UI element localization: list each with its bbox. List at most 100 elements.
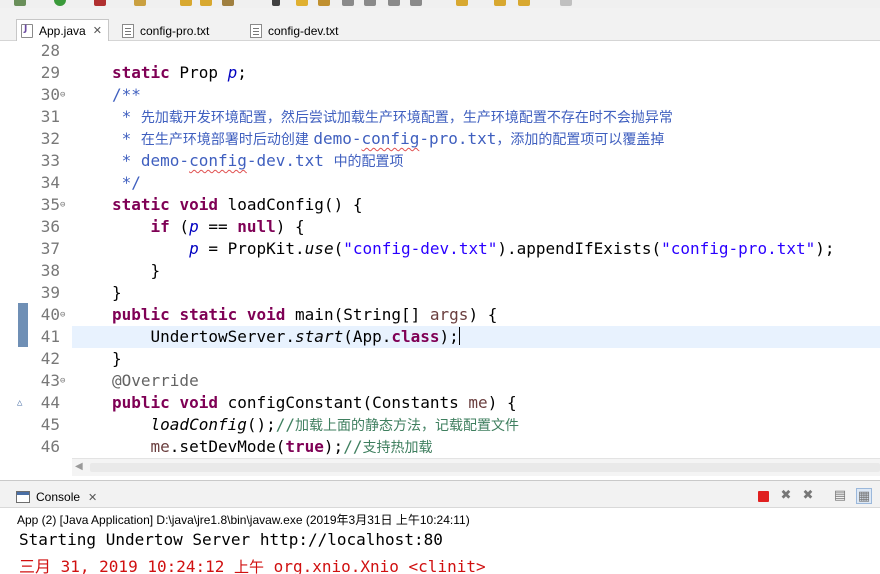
- clear-console-icon[interactable]: ▤: [832, 488, 848, 504]
- code-text: UndertowServer.start(App.class);: [112, 326, 460, 348]
- code-token: static: [112, 195, 170, 214]
- main-toolbar: [0, 0, 880, 8]
- code-line[interactable]: 34 */: [0, 172, 880, 194]
- scroll-lock-icon[interactable]: ▦: [856, 488, 872, 504]
- code-text: p = PropKit.use("config-dev.txt").append…: [112, 238, 835, 260]
- whitespace-icon[interactable]: [388, 0, 400, 6]
- code-token: ;: [237, 63, 247, 82]
- tab-config-pro-txt[interactable]: config-pro.txt: [118, 20, 215, 41]
- code-token: -dev.txt: [246, 151, 334, 170]
- code-line[interactable]: 32 * 在生产环境部署时后动创建 demo-config-pro.txt，添加…: [0, 128, 880, 150]
- code-text: public void configConstant(Constants me)…: [112, 392, 517, 414]
- line-number: 43: [40, 371, 60, 390]
- run-icon[interactable]: [54, 0, 66, 6]
- code-token: null: [237, 217, 276, 236]
- code-token: );: [323, 437, 344, 456]
- console-stderr-line: 三月 31, 2019 10:24:12 上午 org.xnio.Xnio <c…: [19, 553, 486, 574]
- prev-annotation-icon[interactable]: [456, 0, 468, 6]
- code-text: @Override: [112, 370, 199, 392]
- code-line[interactable]: 33 * demo-config-dev.txt 中的配置项: [0, 150, 880, 172]
- close-icon[interactable]: ✕: [93, 24, 102, 37]
- close-icon[interactable]: ✕: [88, 491, 97, 504]
- code-token: p: [189, 239, 199, 258]
- remove-all-icon[interactable]: ✖: [800, 488, 816, 504]
- code-token: .setDevMode(: [169, 437, 286, 456]
- code-line[interactable]: 45 loadConfig();//加载上面的静态方法，记载配置文件: [0, 414, 880, 436]
- fold-collapse-icon[interactable]: ⊖: [60, 194, 65, 216]
- code-line[interactable]: 31 * 先加载开发环境配置，然后尝试加载生产环境配置，生产环境配置不存在时不会…: [0, 106, 880, 128]
- code-editor[interactable]: 28 29 static Prop p; 30 ⊖/** 31 * 先加载开发环境配置，然…: [0, 40, 880, 458]
- code-line[interactable]: 30 ⊖ /**: [0, 84, 880, 106]
- code-text: public static void main(String[] args) {: [112, 304, 497, 326]
- scroll-left-icon[interactable]: ◀: [75, 461, 83, 472]
- code-line[interactable]: 39}: [0, 282, 880, 304]
- code-token: true: [285, 437, 324, 456]
- code-token: (: [333, 239, 344, 258]
- code-text: static Prop p;: [112, 62, 247, 84]
- code-line[interactable]: 37 p = PropKit.use("config-dev.txt").app…: [0, 238, 880, 260]
- code-line[interactable]: 42}: [0, 348, 880, 370]
- fold-collapse-icon[interactable]: ⊖: [60, 370, 65, 392]
- code-line[interactable]: 38 }: [0, 260, 880, 282]
- code-token: (App.: [343, 327, 392, 346]
- last-edit-icon[interactable]: [494, 0, 506, 6]
- stop-icon[interactable]: [758, 491, 769, 502]
- external-tools-icon[interactable]: [94, 0, 106, 6]
- line-number: 45: [40, 415, 60, 434]
- code-text: * 在生产环境部署时后动创建 demo-config-pro.txt，添加的配置…: [112, 128, 665, 151]
- scrollbar-thumb[interactable]: [90, 463, 880, 472]
- code-line[interactable]: 35 ⊖ static void loadConfig() {: [0, 194, 880, 216]
- line-number: 29: [40, 63, 60, 82]
- edit-icon[interactable]: [296, 0, 308, 6]
- paragraph-icon[interactable]: [342, 0, 354, 6]
- open-folder-icon[interactable]: [180, 0, 192, 6]
- new-icon[interactable]: [134, 0, 146, 6]
- editor-horizontal-scrollbar[interactable]: ◀: [72, 458, 880, 476]
- toggle-mark-icon[interactable]: [318, 0, 330, 6]
- override-marker-icon: △: [17, 398, 23, 408]
- forward-icon[interactable]: [560, 0, 572, 6]
- remove-icon[interactable]: ✖: [778, 488, 794, 504]
- block-selection-icon[interactable]: [364, 0, 376, 6]
- tab-label: config-pro.txt: [140, 23, 210, 38]
- code-token: }: [112, 283, 122, 302]
- fold-collapse-icon[interactable]: ⊖: [60, 84, 65, 106]
- code-token: 先加载开发环境配置，然后尝试加载生产环境配置，生产环境配置不存在时不会抛异常: [140, 110, 673, 126]
- fold-collapse-icon[interactable]: ⊖: [60, 304, 65, 326]
- code-token: = PropKit.: [198, 239, 305, 258]
- debug-icon[interactable]: [14, 0, 26, 6]
- tab-console[interactable]: Console ✕: [16, 487, 97, 507]
- code-token: );: [815, 239, 835, 258]
- code-line[interactable]: 46 me.setDevMode(true);//支持热加载: [0, 436, 880, 458]
- tab-app-java[interactable]: App.java ✕: [16, 19, 109, 41]
- code-token: Prop: [169, 63, 228, 82]
- code-token: 支持热加载: [362, 440, 433, 456]
- code-line[interactable]: 29 static Prop p;: [0, 62, 880, 84]
- code-text: */: [112, 172, 141, 194]
- line-number: 38: [40, 261, 60, 280]
- code-line[interactable]: 41 UndertowServer.start(App.class);: [0, 326, 880, 348]
- pointer-icon[interactable]: [272, 0, 280, 6]
- search-icon[interactable]: [222, 0, 234, 6]
- code-token: ).appendIfExists(: [497, 239, 662, 258]
- code-token: config: [189, 151, 247, 170]
- console-output[interactable]: App (2) [Java Application] D:\java\jre1.…: [0, 508, 880, 574]
- back-icon[interactable]: [518, 0, 530, 6]
- line-number: 33: [40, 151, 60, 170]
- code-line[interactable]: 44 △ public void configConstant(Constants …: [0, 392, 880, 414]
- code-token: }: [112, 349, 122, 368]
- code-line[interactable]: 40 ⊖ public static void main(String[] args…: [0, 304, 880, 326]
- code-token: demo-: [313, 129, 362, 148]
- code-line[interactable]: 43 ⊖ @Override: [0, 370, 880, 392]
- code-token: */: [112, 173, 141, 192]
- next-annotation-icon[interactable]: [410, 0, 422, 6]
- tab-config-dev-txt[interactable]: config-dev.txt: [246, 20, 344, 41]
- open-type-icon[interactable]: [200, 0, 212, 6]
- code-line[interactable]: 36 if (p == null) {: [0, 216, 880, 238]
- code-line[interactable]: 28: [0, 40, 880, 62]
- console-stdout-line: Starting Undertow Server http://localhos…: [19, 530, 443, 549]
- code-token: ();: [246, 415, 276, 434]
